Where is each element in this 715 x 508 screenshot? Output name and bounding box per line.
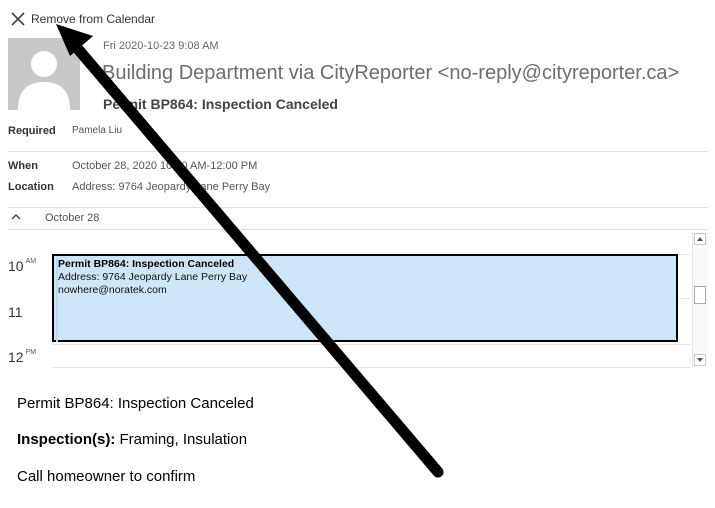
required-attendee[interactable]: Pamela Liu (72, 125, 122, 136)
close-icon (11, 12, 25, 26)
chevron-up-icon[interactable] (10, 211, 22, 223)
calendar-event[interactable]: Permit BP864: Inspection Canceled Addres… (52, 254, 678, 342)
triangle-down-icon (697, 358, 703, 362)
grid-line (52, 344, 690, 345)
sent-datetime: Fri 2020-10-23 9:08 AM (103, 40, 219, 52)
event-address: Address: 9764 Jeopardy Lane Perry Bay (58, 271, 248, 283)
hour-number: 12 (8, 349, 24, 365)
location-value: Address: 9764 Jeopardy Lane Perry Bay (72, 181, 271, 193)
hour-number: 10 (8, 258, 24, 274)
grid-line (52, 367, 690, 368)
event-email: nowhere@noratek.com (58, 284, 167, 296)
message-subject: Permit BP864: Inspection Canceled (103, 96, 338, 112)
event-stripe (56, 258, 58, 342)
divider (8, 207, 708, 208)
hour-label-10: 10 AM (8, 258, 52, 276)
divider (8, 229, 708, 230)
location-label: Location (8, 181, 54, 193)
hour-label-11: 11 (8, 304, 52, 322)
scroll-down-button[interactable] (694, 354, 706, 366)
scroll-thumb[interactable] (694, 286, 706, 304)
body-line-subject: Permit BP864: Inspection Canceled (17, 395, 254, 412)
inspections-value: Framing, Insulation (115, 431, 248, 448)
required-label: Required (8, 125, 56, 137)
divider (8, 151, 708, 152)
scroll-up-button[interactable] (694, 233, 706, 245)
remove-from-calendar-label: Remove from Calendar (31, 12, 156, 26)
hour-label-12: 12 PM (8, 349, 52, 367)
sender-name: Building Department via CityReporter <no… (102, 62, 680, 84)
hour-number: 11 (8, 304, 23, 320)
remove-from-calendar-button[interactable]: Remove from Calendar (10, 10, 155, 28)
inspections-label: Inspection(s): (17, 431, 116, 448)
calendar-scrollbar[interactable] (692, 232, 708, 368)
hour-suffix: AM (25, 258, 37, 265)
when-value: October 28, 2020 10:00 AM-12:00 PM (72, 160, 258, 172)
hour-suffix: PM (25, 349, 37, 356)
calendar-date: October 28 (45, 212, 100, 224)
body-line-instruction: Call homeowner to confirm (17, 468, 196, 485)
calendar-preview: 10 AM 11 12 PM Permit BP864: Inspection Ca… (8, 232, 708, 368)
body-line-inspections: Inspection(s): Framing, Insulation (17, 431, 247, 448)
event-title: Permit BP864: Inspection Canceled (58, 258, 235, 270)
person-icon (18, 51, 70, 110)
triangle-up-icon (697, 237, 703, 241)
when-label: When (8, 160, 38, 172)
avatar (8, 38, 80, 110)
